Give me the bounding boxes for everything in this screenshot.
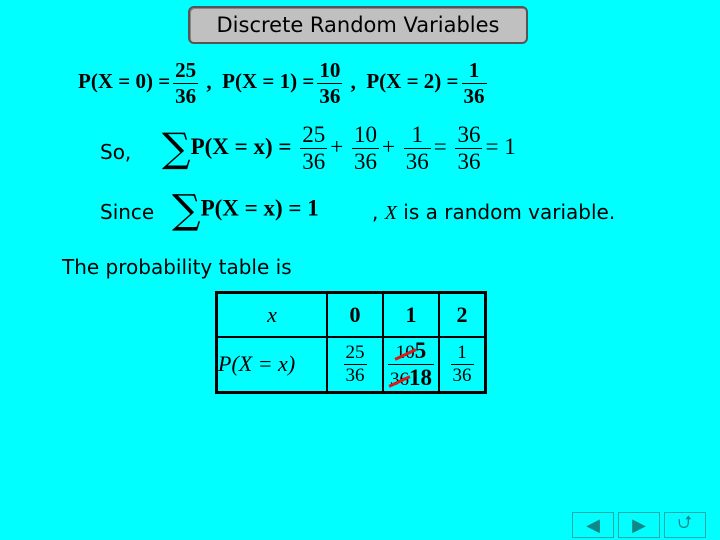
table-intro: The probability table is	[62, 255, 292, 279]
prob-definitions: P(X = 0) = 25 36 , P(X = 1) = 10 36 , P(X = …	[78, 58, 490, 109]
conclusion: , X is a random variable.	[372, 200, 616, 224]
x-value-2: 2	[438, 291, 487, 338]
return-icon: ⮍	[677, 512, 693, 533]
x-label: x	[215, 291, 328, 338]
sigma-icon: ∑	[162, 125, 191, 172]
table-row-p: P(X = x) 25 36 105 3618 1 36	[215, 335, 487, 394]
slide-title: Discrete Random Variables	[188, 6, 528, 44]
probability-table: x 0 1 2 P(X = x) 25 36 105 3618 1 36	[215, 291, 487, 394]
since-equation: ∑P(X = x) = 1	[172, 187, 319, 233]
return-button[interactable]: ⮍	[664, 512, 706, 538]
prev-arrow-icon: ◀	[586, 514, 600, 536]
slide-title-text: Discrete Random Variables	[216, 13, 500, 37]
next-button[interactable]: ▶	[618, 512, 660, 538]
next-arrow-icon: ▶	[632, 514, 646, 536]
p-label: P(X = x)	[215, 335, 328, 394]
x-value-0: 0	[326, 291, 384, 338]
sum-equation: ∑P(X = x) = 25 36 + 10 36 + 1 36 = 36 36 = 1	[162, 122, 516, 174]
so-label: So,	[100, 140, 132, 164]
prev-button[interactable]: ◀	[572, 512, 614, 538]
prob-def-2: P(X = 2) = 1 36	[366, 58, 487, 108]
p-value-0: 25 36	[326, 335, 384, 394]
table-row-x: x 0 1 2	[215, 291, 487, 338]
struck-denominator: 36	[390, 368, 409, 390]
p-value-2: 1 36	[438, 335, 487, 394]
p-value-1: 105 3618	[382, 335, 440, 394]
prob-def-1: P(X = 1) = 10 36	[222, 58, 343, 108]
since-label: Since	[100, 200, 155, 224]
sigma-icon: ∑	[172, 187, 201, 233]
struck-numerator: 10	[395, 341, 415, 363]
x-value-1: 1	[382, 291, 440, 338]
prob-def-0: P(X = 0) = 25 36	[78, 58, 199, 108]
